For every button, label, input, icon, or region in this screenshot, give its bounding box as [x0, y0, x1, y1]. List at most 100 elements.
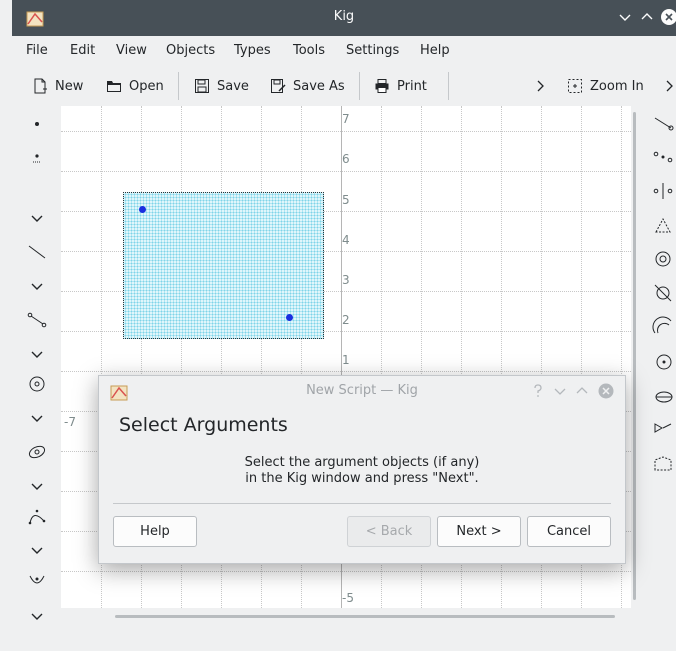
zoom-in-label: Zoom In — [590, 78, 644, 94]
y-tick-label: 5 — [342, 193, 350, 207]
back-button[interactable]: < Back — [347, 516, 431, 547]
y-tick-label: 7 — [342, 112, 350, 126]
folder-icon — [107, 81, 121, 92]
left-tool-column — [12, 106, 60, 626]
vertical-scrollbar[interactable] — [633, 112, 636, 600]
menu-help[interactable]: Help — [420, 43, 450, 58]
vector-tool-icon[interactable] — [652, 418, 674, 440]
save-icon — [195, 79, 209, 93]
circle-tool-icon[interactable] — [27, 374, 47, 394]
y-tick-label: 6 — [342, 152, 350, 166]
right-tool-column — [644, 106, 676, 556]
save-as-icon — [271, 79, 286, 93]
menubar: File Edit View Objects Types Tools Setti… — [12, 36, 676, 66]
maximize-chevron-icon[interactable] — [638, 8, 656, 26]
point-object[interactable] — [139, 206, 146, 213]
conic-tool-icon[interactable] — [27, 442, 47, 462]
close-window-icon[interactable] — [660, 8, 676, 26]
chevron-down-icon[interactable] — [27, 606, 47, 626]
close-dialog-icon[interactable] — [598, 383, 614, 399]
chevron-down-icon[interactable] — [27, 208, 47, 228]
x-tick-label: -7 — [64, 415, 76, 429]
circle-by-center-tool-icon[interactable] — [652, 350, 674, 372]
arc-tool-icon[interactable] — [652, 316, 674, 338]
point-object[interactable] — [286, 314, 293, 321]
labeled-point-tool-icon[interactable] — [27, 148, 47, 168]
save-as-label: Save As — [293, 78, 345, 94]
grid-line — [61, 171, 631, 172]
zoom-in-button[interactable]: Zoom In — [567, 74, 644, 98]
print-label: Print — [397, 78, 427, 94]
grid-line — [61, 571, 631, 572]
grid-line — [61, 131, 631, 132]
y-tick-label: 4 — [342, 233, 350, 247]
save-label: Save — [217, 78, 249, 94]
dialog-titlebar: New Script — Kig — [99, 376, 625, 406]
chevron-down-icon[interactable] — [27, 408, 47, 428]
chevron-down-icon[interactable] — [27, 540, 47, 560]
y-tick-label: 3 — [342, 273, 350, 287]
dialog-message-line: in the Kig window and press "Next". — [245, 471, 479, 486]
print-button[interactable]: Print — [374, 74, 427, 98]
cancel-button[interactable]: Cancel — [527, 516, 611, 547]
help-button[interactable]: Help — [113, 516, 197, 547]
segment-tool-icon[interactable] — [27, 310, 47, 330]
window-title: Kig — [333, 9, 355, 24]
ray-tool-icon[interactable] — [652, 112, 674, 134]
toolbar-separator — [359, 72, 360, 100]
grid-line — [61, 371, 631, 372]
chevron-right-icon[interactable] — [662, 79, 676, 93]
next-button[interactable]: Next > — [437, 516, 521, 547]
menu-view[interactable]: View — [116, 43, 147, 58]
new-script-dialog: New Script — Kig Select Arguments Select… — [98, 375, 626, 564]
midpoint-tool-icon[interactable] — [652, 146, 674, 168]
minimize-chevron-icon[interactable] — [552, 383, 568, 399]
dialog-message-line: Select the argument objects (if any) — [244, 455, 480, 470]
menu-objects[interactable]: Objects — [166, 43, 215, 58]
y-tick-label: -5 — [342, 591, 354, 605]
open-button[interactable]: Open — [106, 74, 164, 98]
window-titlebar: Kig — [12, 0, 676, 36]
toolbar-separator — [178, 72, 179, 100]
menu-tools[interactable]: Tools — [293, 43, 325, 58]
transform-tool-icon[interactable] — [27, 572, 47, 592]
line-tool-icon[interactable] — [27, 242, 47, 262]
dialog-separator — [113, 503, 611, 504]
y-tick-label: 1 — [342, 353, 350, 367]
new-button[interactable]: New — [32, 74, 83, 98]
printer-icon — [375, 79, 389, 93]
horizontal-scrollbar[interactable] — [115, 615, 615, 618]
curve-tool-icon[interactable] — [27, 506, 47, 526]
menu-settings[interactable]: Settings — [346, 43, 399, 58]
menu-types[interactable]: Types — [234, 43, 271, 58]
polygon-tool-icon[interactable] — [652, 452, 674, 474]
spiral-tool-icon[interactable] — [652, 248, 674, 270]
y-tick-label: 2 — [342, 313, 350, 327]
main-toolbar: New Open Save Save As Print Zoom In — [12, 66, 676, 106]
dialog-title: New Script — Kig — [306, 383, 418, 398]
save-as-button[interactable]: Save As — [270, 74, 345, 98]
triangle-tool-icon[interactable] — [652, 214, 674, 236]
zoom-in-icon — [568, 79, 582, 93]
chevron-down-icon[interactable] — [27, 344, 47, 364]
selection-rectangle — [123, 192, 324, 339]
ellipse-tool-icon[interactable] — [652, 384, 674, 406]
menu-file[interactable]: File — [26, 43, 48, 58]
save-button[interactable]: Save — [194, 74, 249, 98]
chevron-down-icon[interactable] — [27, 276, 47, 296]
minimize-chevron-icon[interactable] — [616, 8, 634, 26]
chevron-down-icon[interactable] — [27, 476, 47, 496]
help-question-icon[interactable] — [530, 383, 546, 399]
circle-intersect-tool-icon[interactable] — [652, 282, 674, 304]
maximize-chevron-icon[interactable] — [574, 383, 590, 399]
dialog-message: Select the argument objects (if any) in … — [99, 455, 625, 487]
toolbar-separator — [448, 72, 449, 100]
new-document-icon — [34, 78, 47, 94]
dialog-heading: Select Arguments — [119, 414, 288, 436]
point-tool-icon[interactable] — [27, 114, 47, 134]
menu-edit[interactable]: Edit — [70, 43, 95, 58]
new-label: New — [55, 78, 84, 94]
open-label: Open — [129, 78, 164, 94]
chevron-right-icon[interactable] — [533, 79, 547, 93]
mirror-point-tool-icon[interactable] — [652, 180, 674, 202]
